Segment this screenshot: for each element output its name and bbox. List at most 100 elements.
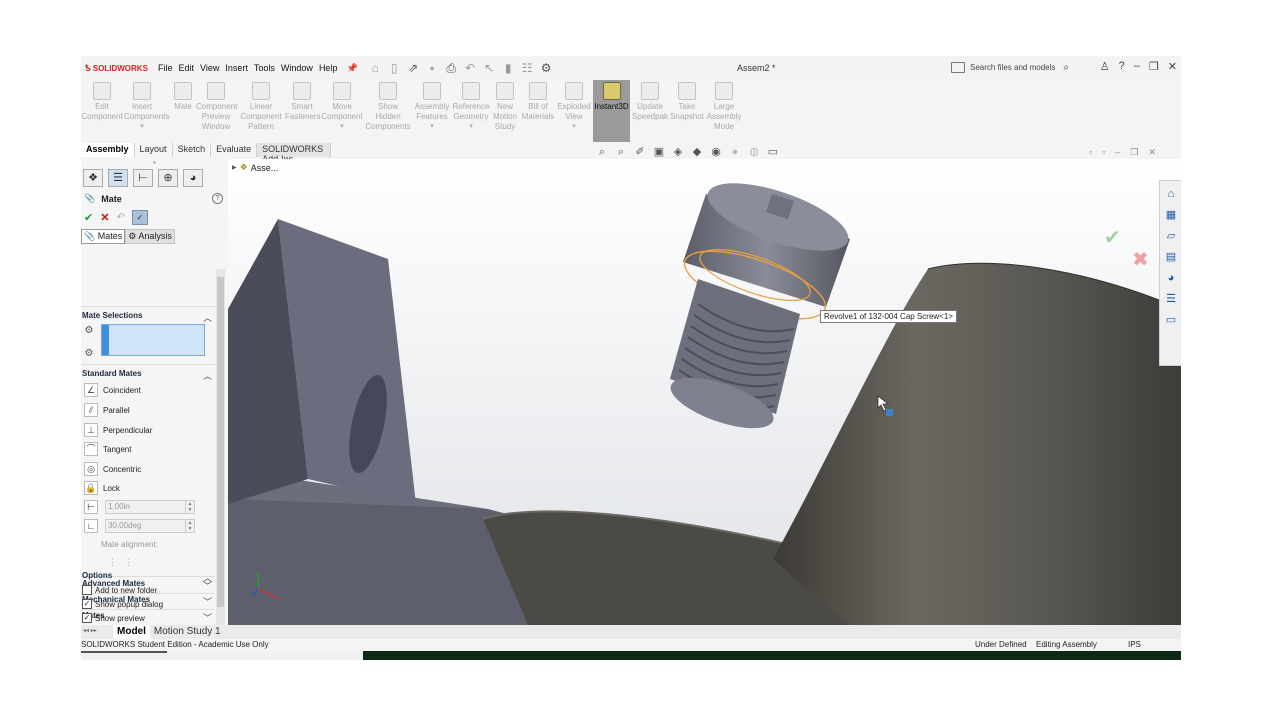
menu-file[interactable]: File bbox=[155, 63, 176, 73]
assembly-features-button[interactable]: Assembly Features ▾ bbox=[414, 80, 450, 142]
ok-checkmark-icon[interactable]: ✔ bbox=[84, 211, 93, 224]
exploded-view-button[interactable]: Exploded View ▾ bbox=[557, 80, 591, 142]
component-preview-window-button[interactable]: Component Preview Window bbox=[196, 80, 237, 142]
spin-arrows-icon[interactable]: ▲ ▼ bbox=[185, 501, 194, 513]
tab-evaluate[interactable]: Evaluate bbox=[211, 143, 258, 157]
checkbox-checked[interactable]: ✓ bbox=[82, 613, 92, 623]
edit-appearance-icon[interactable]: ● bbox=[728, 145, 742, 159]
large-assembly-mode-button[interactable]: Large Assembly Mode bbox=[706, 80, 742, 142]
restore-icon[interactable]: ❐ bbox=[1149, 60, 1159, 73]
help-icon[interactable]: ? bbox=[1119, 60, 1125, 73]
viewport-tile-icon[interactable]: ▫ bbox=[1102, 147, 1105, 158]
hide-show-items-icon[interactable]: ◉ bbox=[709, 145, 723, 159]
property-manager-tab-icon[interactable]: ☰ bbox=[108, 169, 128, 187]
search-box[interactable]: Search files and models ⌕ bbox=[951, 60, 1081, 75]
mate-selections-section[interactable]: Mate Selections ︿ bbox=[81, 311, 215, 325]
edit-component-button[interactable]: Edit Component bbox=[81, 80, 123, 142]
expand-triangle-icon[interactable]: ▶ bbox=[232, 164, 237, 171]
parallel-mate-button[interactable]: ⫽ Parallel bbox=[81, 401, 211, 419]
menu-window[interactable]: Window bbox=[278, 63, 316, 73]
undo-icon[interactable]: ↶ bbox=[116, 212, 124, 223]
pin-icon[interactable]: 📌 bbox=[346, 63, 357, 74]
solidworks-logo[interactable]: ƾ SOLIDWORKS bbox=[85, 63, 148, 74]
tab-model[interactable]: Model bbox=[113, 625, 150, 639]
chevron-down-icon[interactable]: ▾ bbox=[124, 122, 160, 132]
file-properties-icon[interactable]: ☷ bbox=[520, 61, 535, 76]
display-style-icon[interactable]: ◆ bbox=[690, 145, 704, 159]
display-manager-tab-icon[interactable]: ◕ bbox=[183, 169, 203, 187]
tab-sketch[interactable]: Sketch bbox=[173, 143, 212, 157]
menu-help[interactable]: Help bbox=[316, 63, 341, 73]
instant3d-button[interactable]: Instant3D bbox=[593, 80, 630, 142]
unit-system[interactable]: IPS bbox=[1128, 640, 1141, 649]
forum-icon[interactable]: ▭ bbox=[1163, 312, 1179, 328]
show-preview-checkbox[interactable]: ✓ Show preview bbox=[81, 613, 145, 623]
viewport-minimize-icon[interactable]: ▫ bbox=[1089, 147, 1092, 158]
concentric-mate-button[interactable]: ◎ Concentric bbox=[81, 460, 211, 478]
aligned-icon[interactable]: ⫶ bbox=[111, 558, 114, 569]
tab-solidworks-add-ins[interactable]: SOLIDWORKS Add-Ins bbox=[257, 143, 331, 164]
multiple-mate-icon[interactable]: ⚙ bbox=[83, 348, 95, 360]
help-icon[interactable]: ? bbox=[212, 193, 223, 204]
print-icon[interactable]: ⎙ bbox=[444, 61, 459, 76]
viewport-close-icon[interactable]: ✕ bbox=[1149, 147, 1157, 158]
reference-geometry-button[interactable]: Reference Geometry ▾ bbox=[452, 80, 490, 142]
checkbox-empty[interactable] bbox=[82, 585, 92, 595]
checkbox-checked[interactable]: ✓ bbox=[82, 599, 92, 609]
distance-icon[interactable]: ⊢ bbox=[84, 500, 98, 514]
take-snapshot-button[interactable]: Take Snapshot bbox=[670, 80, 704, 142]
tab-analysis[interactable]: ⚙ Analysis bbox=[125, 229, 175, 244]
configuration-manager-tab-icon[interactable]: ⊢ bbox=[133, 169, 153, 187]
chevron-up-icon[interactable]: ︿ bbox=[203, 571, 212, 584]
linear-component-pattern-button[interactable]: Linear Component Pattern bbox=[239, 80, 283, 142]
new-motion-study-button[interactable]: New Motion Study bbox=[491, 80, 519, 142]
chevron-down-icon[interactable]: ▾ bbox=[414, 122, 450, 132]
view-settings-monitor-icon[interactable]: ▭ bbox=[766, 145, 780, 159]
rebuild-icon[interactable]: ▮ bbox=[501, 61, 516, 76]
view-palette-icon[interactable]: ▤ bbox=[1163, 249, 1179, 265]
coincident-mate-button[interactable]: ∠ Coincident bbox=[81, 381, 211, 399]
file-explorer-icon[interactable]: ▱ bbox=[1163, 228, 1179, 244]
select-icon[interactable]: ↖ bbox=[482, 61, 497, 76]
mate-button[interactable]: Mate bbox=[171, 80, 195, 142]
angle-input[interactable]: 30.00deg ▲ ▼ bbox=[105, 519, 195, 533]
feature-tree-flyout[interactable]: ▶ ❖ Asse... bbox=[232, 162, 278, 173]
options-header[interactable]: Options ︿ bbox=[81, 571, 215, 585]
tab-scroll-arrows-icon[interactable]: ◂◂ ▸▸ bbox=[83, 627, 109, 637]
menu-edit[interactable]: Edit bbox=[176, 63, 198, 73]
user-icon[interactable]: ♙ bbox=[1100, 60, 1110, 73]
scrollbar-thumb[interactable] bbox=[217, 277, 224, 607]
search-icon[interactable]: ⌕ bbox=[1063, 62, 1069, 73]
custom-properties-icon[interactable]: ☰ bbox=[1163, 291, 1179, 307]
tab-mates[interactable]: 📎 Mates bbox=[81, 229, 126, 244]
menu-view[interactable]: View bbox=[197, 63, 222, 73]
cancel-x-icon[interactable]: ✕ bbox=[100, 211, 109, 224]
previous-view-icon[interactable]: ✐ bbox=[633, 145, 647, 159]
confirm-ok-icon[interactable]: ✔ bbox=[1104, 225, 1121, 250]
keep-visible-pushpin-icon[interactable]: ✓ bbox=[131, 210, 148, 225]
chevron-up-icon[interactable]: ︿ bbox=[203, 311, 212, 324]
zoom-to-area-icon[interactable]: ⌕ bbox=[614, 145, 628, 159]
zoom-to-fit-icon[interactable]: ⌕ bbox=[595, 145, 609, 159]
appearances-icon[interactable]: ◕ bbox=[1163, 270, 1179, 286]
dimxpert-manager-tab-icon[interactable]: ⊕ bbox=[158, 169, 178, 187]
bill-of-materials-button[interactable]: Bill of Materials bbox=[521, 80, 555, 142]
angle-icon[interactable]: ∟ bbox=[84, 519, 98, 533]
solidworks-resources-home-icon[interactable]: ⌂ bbox=[1163, 186, 1179, 202]
menu-tools[interactable]: Tools bbox=[251, 63, 278, 73]
close-icon[interactable]: ✕ bbox=[1168, 60, 1177, 73]
show-hidden-components-button[interactable]: Show Hidden Components bbox=[365, 80, 411, 142]
options-gear-icon[interactable]: ⚙ bbox=[539, 61, 554, 76]
chevron-down-icon[interactable]: ▾ bbox=[321, 122, 363, 132]
home-icon[interactable]: ⌂ bbox=[368, 61, 383, 76]
new-document-icon[interactable]: ▯ bbox=[387, 61, 402, 76]
undo-icon[interactable]: ↶ bbox=[463, 61, 478, 76]
panel-grip[interactable]: • bbox=[81, 159, 228, 167]
open-icon[interactable]: ⇗ bbox=[406, 61, 421, 76]
tab-motion-study-1[interactable]: Motion Study 1 bbox=[150, 625, 225, 639]
tab-layout[interactable]: Layout bbox=[135, 143, 173, 157]
lock-mate-button[interactable]: 🔒 Lock bbox=[81, 479, 211, 497]
smart-fasteners-button[interactable]: Smart Fasteners bbox=[285, 80, 321, 142]
tab-assembly[interactable]: Assembly bbox=[81, 143, 135, 157]
entities-to-mate-list[interactable] bbox=[101, 324, 205, 356]
